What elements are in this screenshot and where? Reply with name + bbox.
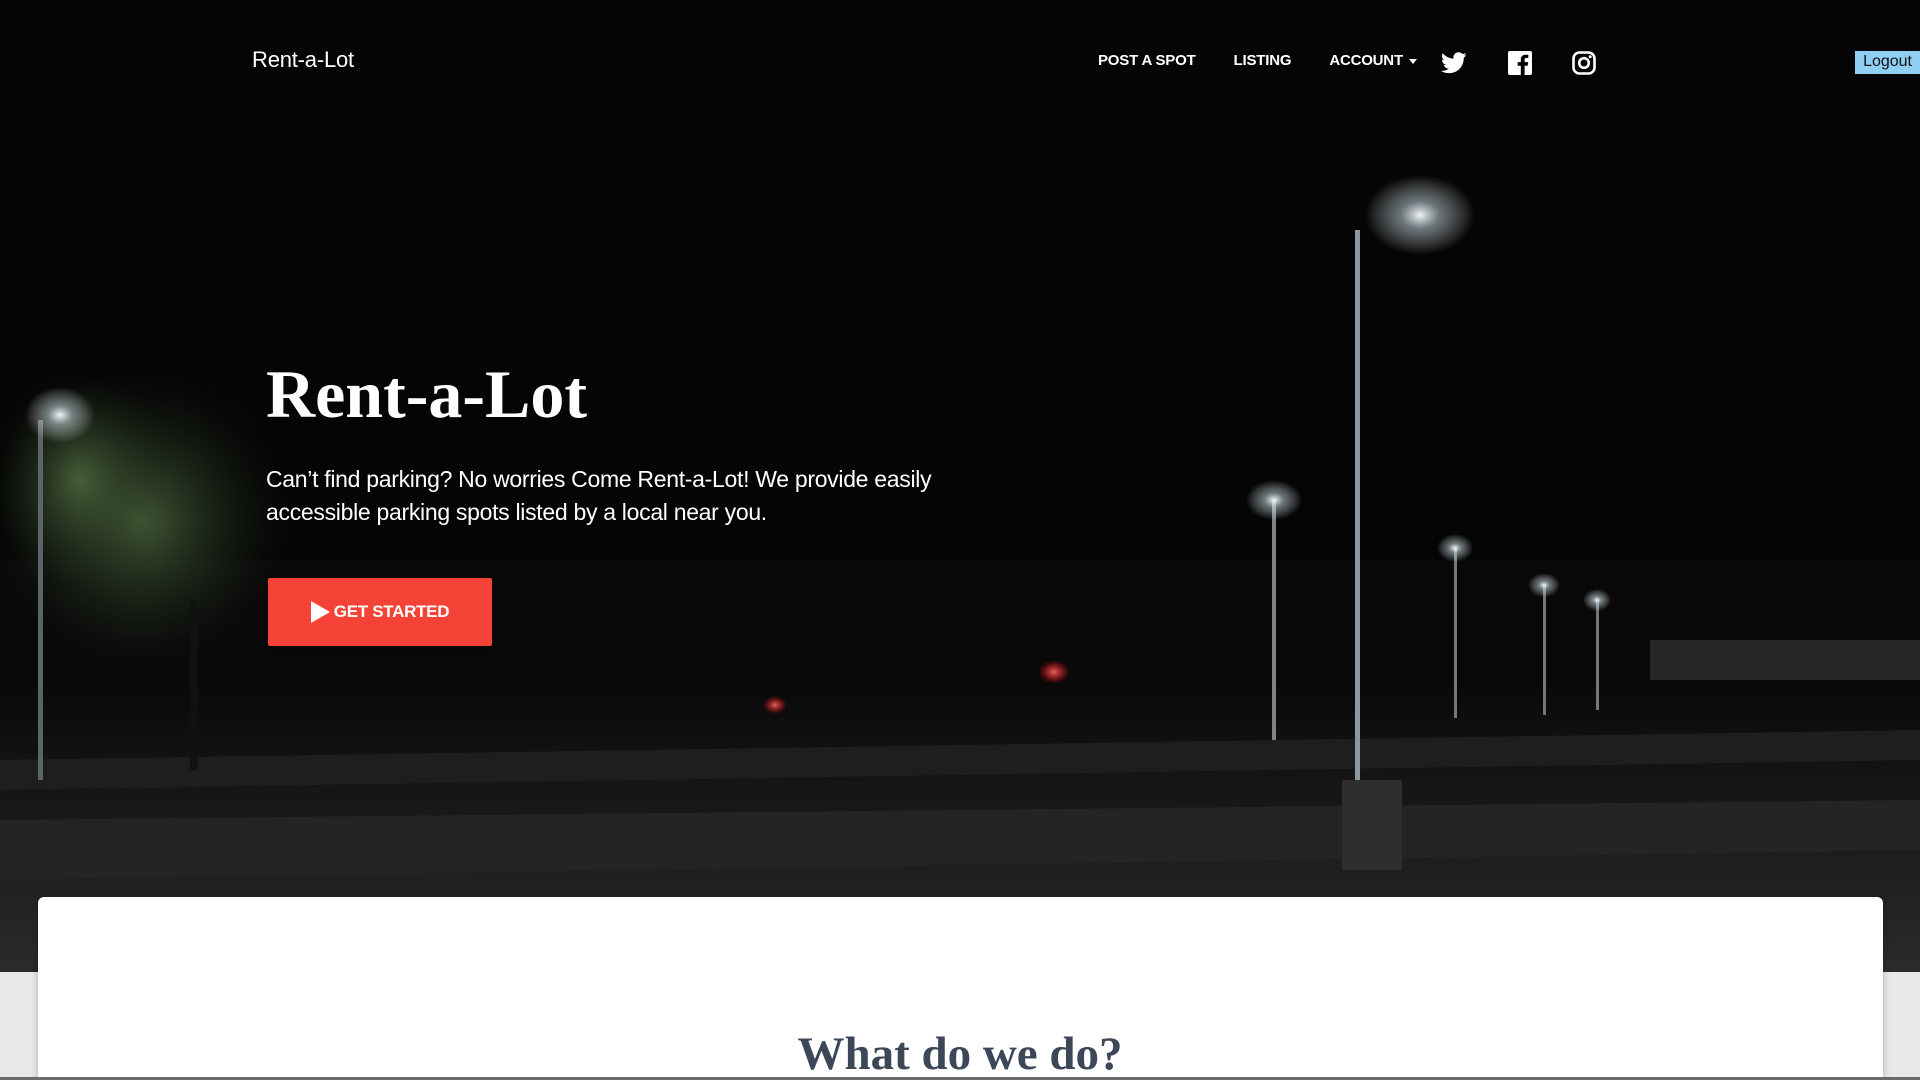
brand-logo-link[interactable]: Rent-a-Lot xyxy=(252,47,354,73)
facebook-link[interactable] xyxy=(1507,50,1533,76)
twitter-link[interactable] xyxy=(1441,50,1467,76)
hero-section: Rent-a-Lot POST A SPOT LISTING ACCOUNT L… xyxy=(0,0,1920,972)
section-title: What do we do? xyxy=(797,1028,1123,1080)
nav-account-label: ACCOUNT xyxy=(1329,52,1403,69)
hero-title: Rent-a-Lot xyxy=(266,356,588,432)
instagram-link[interactable] xyxy=(1571,50,1597,76)
nav-account-dropdown[interactable]: ACCOUNT xyxy=(1329,52,1417,69)
get-started-button[interactable]: GET STARTED xyxy=(268,578,492,646)
facebook-icon xyxy=(1508,51,1532,75)
nav-post-a-spot[interactable]: POST A SPOT xyxy=(1098,52,1196,69)
caret-down-icon xyxy=(1408,59,1417,64)
page: Rent-a-Lot POST A SPOT LISTING ACCOUNT L… xyxy=(0,0,1920,1080)
logout-button[interactable]: Logout xyxy=(1855,51,1920,74)
get-started-label: GET STARTED xyxy=(333,602,450,621)
nav-listing[interactable]: LISTING xyxy=(1234,52,1292,69)
hero-description: Can’t find parking? No worries Come Rent… xyxy=(266,466,932,525)
main-nav: POST A SPOT LISTING ACCOUNT xyxy=(1098,52,1455,69)
instagram-icon xyxy=(1572,51,1596,75)
play-icon xyxy=(310,601,330,623)
twitter-icon xyxy=(1441,52,1467,74)
